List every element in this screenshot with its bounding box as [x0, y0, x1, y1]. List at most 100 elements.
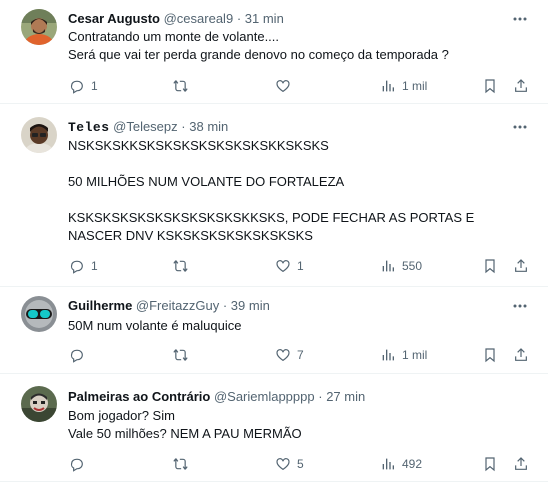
tweet-line: Contratando um monte de volante.... — [68, 29, 280, 44]
display-name[interactable]: Palmeiras ao Contrário — [68, 389, 210, 404]
retweet-button[interactable] — [172, 256, 195, 276]
tweet-header: Teles @Telesepz · 38 min — [68, 118, 228, 136]
handle[interactable]: @Sariemlappppp — [214, 389, 315, 404]
heart-icon — [276, 80, 290, 93]
tweet-line: NSKSKSKKSKSKSKSKSKSKSKSKKSKSKS — [68, 138, 329, 153]
reply-button[interactable]: 1 — [69, 76, 98, 96]
reply-count: 1 — [91, 79, 98, 93]
bookmark-icon — [485, 348, 495, 363]
action-bar: 7 1 mil — [60, 345, 548, 365]
handle[interactable]: @FreitazzGuy — [136, 298, 219, 313]
reply-icon — [70, 80, 83, 94]
display-name[interactable]: Teles — [68, 120, 110, 135]
handle[interactable]: @Telesepz — [113, 119, 178, 134]
retweet-icon — [173, 80, 188, 92]
share-button[interactable] — [513, 76, 529, 96]
avatar[interactable] — [21, 117, 57, 153]
like-count: 1 — [297, 259, 304, 273]
tweet-line: 50M num volante é maluquice — [68, 318, 242, 333]
views-button[interactable]: 1 mil — [380, 345, 427, 365]
tweet-line: KSKSKSKSKSKSKSKSKSKSKKSKS, PODE FECHAR A… — [68, 210, 475, 243]
avatar[interactable] — [21, 9, 57, 45]
like-button[interactable]: 1 — [275, 256, 304, 276]
tweet-text: Bom jogador? Sim Vale 50 milhões? NEM A … — [68, 407, 530, 443]
more-icon[interactable] — [510, 11, 530, 27]
like-button[interactable]: 5 — [275, 454, 304, 474]
separator: · — [222, 298, 228, 313]
tweet[interactable]: Palmeiras ao Contrário @Sariemlappppp · … — [0, 374, 548, 482]
tweet-line: Vale 50 milhões? NEM A PAU MERMÃO — [68, 426, 302, 441]
heart-icon — [276, 260, 290, 273]
share-icon — [515, 348, 527, 361]
retweet-icon — [173, 349, 188, 361]
bookmark-button[interactable] — [482, 256, 498, 276]
timestamp[interactable]: 31 min — [245, 11, 284, 26]
views-chart-icon — [382, 458, 394, 470]
views-button[interactable]: 550 — [380, 256, 422, 276]
views-count: 550 — [402, 259, 423, 273]
handle[interactable]: @cesareal9 — [164, 11, 234, 26]
retweet-icon — [173, 260, 188, 272]
action-bar: 5 492 — [60, 454, 548, 474]
timestamp[interactable]: 27 min — [326, 389, 365, 404]
display-name[interactable]: Cesar Augusto — [68, 11, 160, 26]
views-chart-icon — [382, 349, 394, 361]
tweet-header: Guilherme @FreitazzGuy · 39 min — [68, 297, 270, 314]
reply-icon — [70, 458, 83, 472]
timestamp[interactable]: 39 min — [231, 298, 270, 313]
more-icon[interactable] — [510, 119, 530, 135]
separator: · — [318, 389, 323, 404]
share-icon — [515, 259, 527, 272]
share-button[interactable] — [513, 454, 529, 474]
heart-icon — [276, 349, 290, 362]
like-count: 7 — [297, 348, 304, 362]
views-button[interactable]: 1 mil — [380, 76, 427, 96]
tweet-header: Cesar Augusto @cesareal9 · 31 min — [68, 10, 284, 27]
share-button[interactable] — [513, 345, 529, 365]
retweet-button[interactable] — [172, 345, 195, 365]
retweet-button[interactable] — [172, 76, 195, 96]
avatar[interactable] — [21, 386, 57, 422]
share-icon — [515, 79, 527, 92]
bookmark-button[interactable] — [482, 76, 498, 96]
retweet-button[interactable] — [172, 454, 195, 474]
tweet-text: 50M num volante é maluquice — [68, 317, 530, 335]
tweet[interactable]: Guilherme @FreitazzGuy · 39 min 50M num … — [0, 287, 548, 374]
bookmark-icon — [485, 259, 495, 274]
like-button[interactable] — [275, 76, 297, 96]
tweet-line — [68, 191, 530, 209]
tweet-text: NSKSKSKKSKSKSKSKSKSKSKSKKSKSKS 50 MILHÕE… — [68, 137, 530, 245]
views-button[interactable]: 492 — [380, 454, 422, 474]
views-chart-icon — [382, 80, 394, 92]
separator: · — [236, 11, 242, 26]
views-count: 1 mil — [402, 348, 428, 362]
retweet-icon — [173, 458, 188, 470]
tweet-text: Contratando um monte de volante.... Será… — [68, 28, 530, 64]
avatar[interactable] — [21, 296, 57, 332]
tweet-header: Palmeiras ao Contrário @Sariemlappppp · … — [68, 388, 365, 405]
reply-button[interactable]: 1 — [69, 256, 98, 276]
action-bar: 1 1 mil — [60, 76, 548, 96]
share-button[interactable] — [513, 256, 529, 276]
bookmark-button[interactable] — [482, 345, 498, 365]
bookmark-icon — [485, 79, 495, 94]
tweet-line: 50 MILHÕES NUM VOLANTE DO FORTALEZA — [68, 174, 345, 189]
reply-button[interactable] — [69, 345, 91, 365]
display-name[interactable]: Guilherme — [68, 298, 132, 313]
views-chart-icon — [382, 260, 394, 272]
action-bar: 1 1 550 — [60, 256, 548, 276]
tweet-line: Será que vai ter perda grande denovo no … — [68, 47, 449, 62]
reply-button[interactable] — [69, 454, 91, 474]
tweet-line — [68, 155, 530, 173]
separator: · — [181, 119, 186, 134]
like-button[interactable]: 7 — [275, 345, 304, 365]
reply-icon — [70, 260, 83, 274]
views-count: 492 — [402, 457, 423, 471]
tweet[interactable]: Cesar Augusto @cesareal9 · 31 min Contra… — [0, 0, 548, 104]
tweet[interactable]: Teles @Telesepz · 38 min NSKSKSKKSKSKSKS… — [0, 104, 548, 287]
heart-icon — [276, 458, 290, 471]
timestamp[interactable]: 38 min — [189, 119, 228, 134]
reply-icon — [70, 349, 83, 363]
more-icon[interactable] — [510, 298, 530, 314]
bookmark-button[interactable] — [482, 454, 498, 474]
